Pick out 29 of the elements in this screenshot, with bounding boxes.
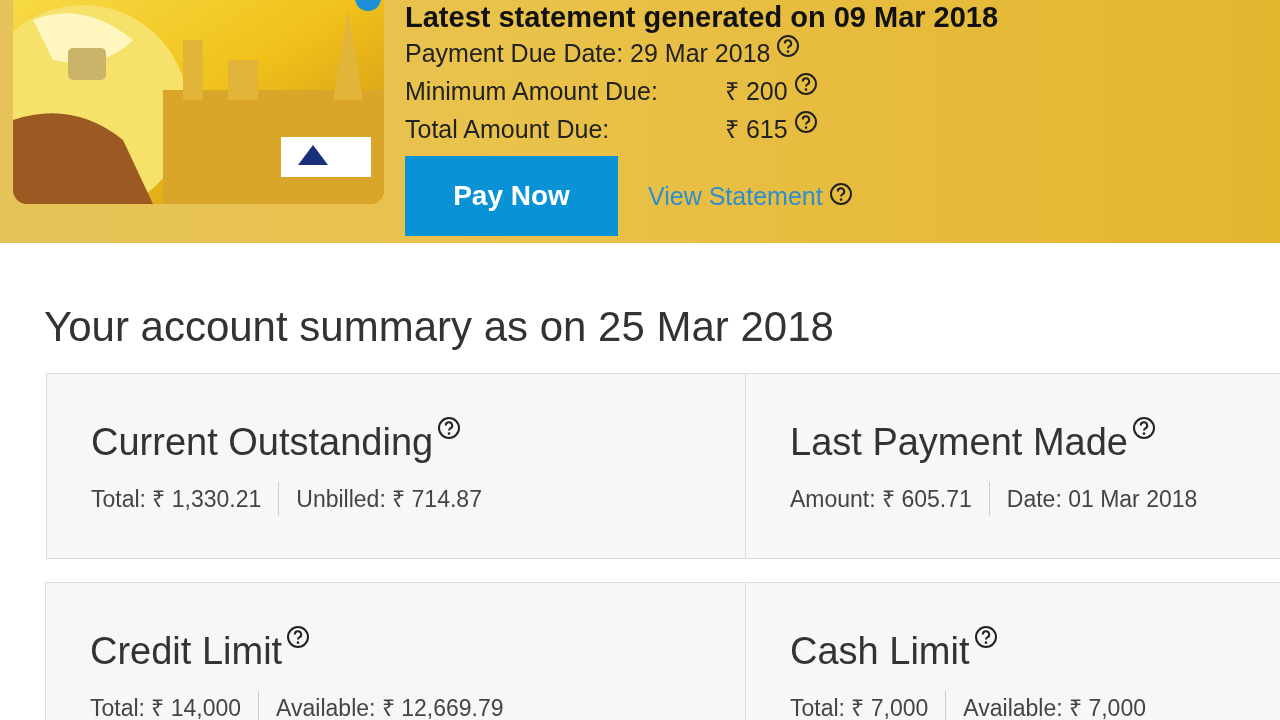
summary-value: Total: ₹ 14,000 bbox=[90, 694, 243, 720]
card-title: Last Payment Made bbox=[790, 420, 1128, 465]
help-icon[interactable] bbox=[973, 625, 998, 649]
summary-title: Your account summary as on 25 Mar 2018 bbox=[44, 303, 835, 351]
card-title: Cash Limit bbox=[790, 629, 970, 674]
amount-value: ₹ 615 bbox=[725, 114, 788, 145]
help-icon[interactable] bbox=[793, 72, 818, 96]
summary-value: Amount: ₹ 605.71 bbox=[790, 485, 973, 514]
amount-label: Total Amount Due: bbox=[405, 114, 611, 145]
summary-value: Total: ₹ 1,330.21 bbox=[91, 485, 263, 514]
statement-heading: Latest statement generated on 09 Mar 2018 bbox=[405, 0, 999, 34]
view-statement-link[interactable]: View Statement bbox=[648, 181, 823, 211]
amount-value: ₹ 200 bbox=[725, 76, 788, 107]
card-title: Credit Limit bbox=[90, 629, 283, 674]
summary-value: Total: ₹ 7,000 bbox=[790, 694, 930, 720]
summary-value: Date: 01 Mar 2018 bbox=[988, 482, 1215, 516]
summary-value: Available: ₹ 12,669.79 bbox=[258, 691, 521, 720]
card-title: Current Outstanding bbox=[91, 420, 434, 465]
help-icon[interactable] bbox=[437, 416, 462, 440]
summary-value: Available: ₹ 7,000 bbox=[945, 691, 1163, 720]
summary-value: Unbilled: ₹ 714.87 bbox=[278, 482, 499, 516]
due-date-text: Payment Due Date: 29 Mar 2018 bbox=[405, 38, 771, 69]
amount-label: Minimum Amount Due: bbox=[405, 76, 659, 107]
help-icon[interactable] bbox=[776, 34, 801, 58]
pay-now-button[interactable]: Pay Now bbox=[405, 156, 618, 236]
help-icon[interactable] bbox=[286, 625, 311, 649]
help-icon[interactable] bbox=[793, 110, 818, 134]
help-icon[interactable] bbox=[1131, 416, 1156, 440]
help-icon[interactable] bbox=[828, 181, 853, 206]
